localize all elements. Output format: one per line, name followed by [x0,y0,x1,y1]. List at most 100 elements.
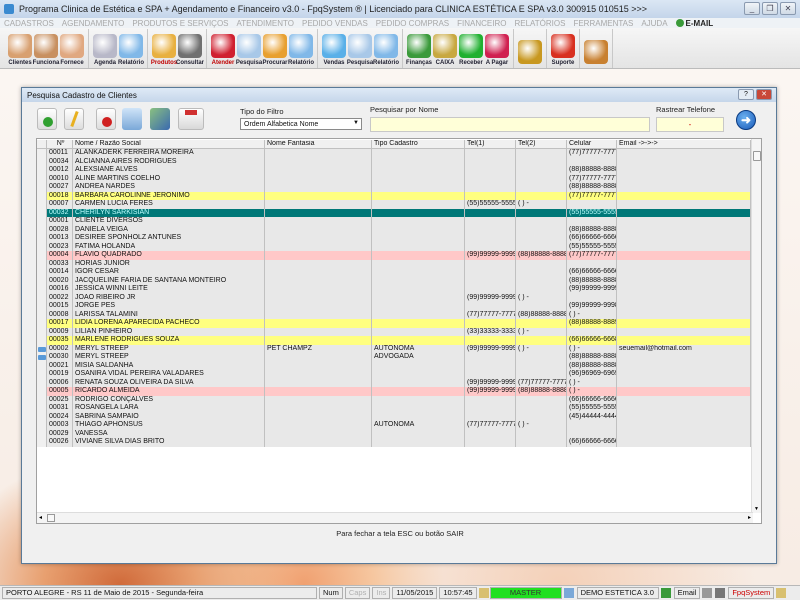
email-status-icon[interactable] [660,588,671,598]
toolbar-button-suporte[interactable]: Suporte [550,34,576,68]
help-button[interactable]: ? [738,89,754,100]
table-row[interactable]: 00019 OSANIRA VIDAL PEREIRA VALADARES (96)… [37,370,752,379]
table-row[interactable]: 00002 MERYL STREEP PET CHAMPZ AUTONOMA (99)9… [37,344,752,353]
toolbar-button-tool[interactable] [517,40,543,68]
table-row[interactable]: 00011 ALANKADERK FERREIRA MOREIRA (77)7777… [37,149,752,158]
column-header[interactable]: Email ->->-> [617,140,751,149]
table-row[interactable]: 00031 ROSANGELA LARA (55)55555-5555 [37,404,752,413]
table-row[interactable]: 00026 VIVIANE SILVA DIAS BRITO (66)66666-6… [37,438,752,447]
close-button[interactable]: ✕ [780,2,796,15]
filter-type-select[interactable]: Ordem Alfabetica Nome ▼ [240,118,362,130]
toolbar-button-fornece[interactable]: Fornece [59,34,85,68]
table-row[interactable]: 00035 MARLENE RODRIGUES SOUZA (66)66666-66… [37,336,752,345]
menu-item-pedido-compras[interactable]: PEDIDO COMPRAS [376,19,449,28]
table-row[interactable]: 00016 JESSICA WINNI LEITE (99)99999-9999 [37,285,752,294]
menu-item-email[interactable]: E-MAIL [675,19,713,28]
column-header[interactable]: Nome / Razão Social [73,140,265,149]
table-row[interactable]: 00013 DESIREE SPONHOLZ ANTUNES (66)66666-6… [37,234,752,243]
table-row[interactable]: 00032 CHERILYN SARKISIAN (55)55555-5555 [37,208,752,217]
column-header[interactable]: Nome Fantasia [265,140,372,149]
toolbar-button-relat-rio[interactable]: Relatório [118,34,144,68]
horizontal-scrollbar[interactable]: ◂ ▸ [37,512,753,523]
toolbar-button-relat-rio[interactable]: Relatório [373,34,399,68]
table-row[interactable]: 00001 CLIENTE DIVERSOS [37,217,752,226]
print-icon[interactable] [122,108,142,130]
search-name-input[interactable] [370,117,650,132]
status-email[interactable]: Email [673,587,701,599]
maximize-button[interactable]: ❐ [762,2,778,15]
table-row[interactable]: 00010 ALINE MARTINS COELHO (77)77777-7777 [37,174,752,183]
toolbar-button-pesquisa[interactable]: Pesquisa [347,34,373,68]
toolbar-button-relat-rio[interactable]: Relatório [288,34,314,68]
table-row[interactable]: 00018 BARBARA CAROLINNE JERONIMO (77)77777… [37,191,752,200]
minimize-button[interactable]: _ [744,2,760,15]
table-row[interactable]: 00021 MISIA SALDANHA (88)88888-8888 [37,361,752,370]
menu-item-cadastros[interactable]: CADASTROS [4,19,54,28]
calculator-icon[interactable] [715,588,726,598]
table-row[interactable]: 00024 SABRINA SAMPAIO (45)44444-4444 [37,412,752,421]
table-row[interactable]: 00015 JORGE PES (99)99999-9998 [37,302,752,311]
email-icon[interactable] [178,108,204,130]
delete-record-icon[interactable] [96,108,116,130]
toolbar-button-procurar[interactable]: Procurar [262,34,288,68]
menu-item-atendimento[interactable]: ATENDIMENTO [237,19,294,28]
toolbar-button-atender[interactable]: Atender [210,34,236,68]
vertical-scrollbar[interactable]: ▼ [751,139,761,513]
vertical-scroll-thumb[interactable] [753,151,761,161]
menu-item-produtos-e-servi-os[interactable]: PRODUTOS E SERVIÇOS [132,19,228,28]
table-row[interactable]: 00028 DANIELA VEIGA (88)88888-8888 [37,225,752,234]
toolbar-button-vendas[interactable]: Vendas [321,34,347,68]
table-row[interactable]: 00017 LIDIA LORENA APARECIDA PACHECO (88)8… [37,319,752,328]
menu-item-ferramentas[interactable]: FERRAMENTAS [573,19,633,28]
menu-item-relat-rios[interactable]: RELATÓRIOS [514,19,565,28]
toolbar-button-produtos[interactable]: Produtos [151,34,177,68]
search-go-button[interactable]: ➜ [736,110,756,130]
table-row[interactable]: 00034 ALCIANNA AIRES RODRIGUES [37,157,752,166]
menu-item-financeiro[interactable]: FINANCEIRO [457,19,506,28]
menu-item-ajuda[interactable]: AJUDA [641,19,667,28]
column-header[interactable]: Tel(2) [516,140,567,149]
horizontal-scroll-thumb[interactable] [47,514,55,522]
column-header[interactable]: Celular [567,140,617,149]
toolbar-button-consultar[interactable]: Consultar [176,34,204,68]
table-row[interactable]: 00008 LARISSA TALAMINI (77)77777-7777 (88)8… [37,310,752,319]
edit-record-icon[interactable] [64,108,84,130]
scroll-down-arrow-icon[interactable]: ▼ [754,506,759,512]
scroll-left-arrow-icon[interactable]: ◂ [39,514,42,521]
toolbar-button-receber[interactable]: Receber [458,34,484,68]
column-header[interactable]: Tel(1) [465,140,516,149]
toolbar-button-funciona[interactable]: Funciona [33,34,59,68]
column-header[interactable]: Nº [47,140,73,149]
menu-item-pedido-vendas[interactable]: PEDIDO VENDAS [302,19,368,28]
toolbar-button-agenda[interactable]: Agenda [92,34,118,68]
table-row[interactable]: 00004 FLAVIO QUADRADO (99)99999-9999 (88)88… [37,251,752,260]
track-phone-input[interactable]: - [656,117,724,132]
table-row[interactable]: 00005 RICARDO ALMEIDA (99)99999-9999 (88)88… [37,387,752,396]
toolbar-button-finan-as[interactable]: Finanças [406,34,432,68]
toolbar-button-clientes[interactable]: Clientes [7,34,33,68]
table-row[interactable]: 00029 VANESSA [37,429,752,438]
new-record-icon[interactable] [37,108,57,130]
table-row[interactable]: 00020 JACQUELINE FARIA DE SANTANA MONTEIR… [37,276,752,285]
menu-item-agendamento[interactable]: AGENDAMENTO [62,19,125,28]
table-row[interactable]: 00006 RENATA SOUZA OLIVEIRA DA SILVA (99)9… [37,378,752,387]
toolbar-button-a-pagar[interactable]: A Pagar [484,34,510,68]
table-row[interactable]: 00009 LILIAN PINHEIRO (33)33333-3333( ) - [37,327,752,336]
printer-icon[interactable] [702,588,713,598]
export-icon[interactable] [150,108,170,130]
toolbar-button-pesquisa[interactable]: Pesquisa [236,34,262,68]
dialog-close-button[interactable]: ✕ [756,89,772,100]
table-row[interactable]: 00030 MERYL STREEP ADVOGADA (88)88888-8888 [37,353,752,362]
table-row[interactable]: 00027 ANDREA NARDES (88)88888-8888 [37,183,752,192]
table-row[interactable]: 00007 CARMEN LUCIA FERES (55)55555-5555( )… [37,200,752,209]
table-row[interactable]: 00033 HORIAS JUNIOR [37,259,752,268]
column-header[interactable]: Tipo Cadastro [372,140,465,149]
table-row[interactable]: 00003 THIAGO APHONSUS AUTONOMA (77)77777-77… [37,421,752,430]
table-row[interactable]: 00014 IGOR CESAR (66)66666-6666 [37,268,752,277]
toolbar-button-tool[interactable] [583,40,609,68]
table-row[interactable]: 00012 ALEXSIANE ALVES (88)88888-8888 [37,166,752,175]
table-row[interactable]: 00022 JOAO RIBEIRO JR (99)99999-9999( ) - [37,293,752,302]
toolbar-button-caixa[interactable]: CAIXA [432,34,458,68]
table-row[interactable]: 00025 RODRIGO CONÇALVES (66)66666-6666 [37,395,752,404]
scroll-right-arrow-icon[interactable]: ▸ [748,514,751,521]
